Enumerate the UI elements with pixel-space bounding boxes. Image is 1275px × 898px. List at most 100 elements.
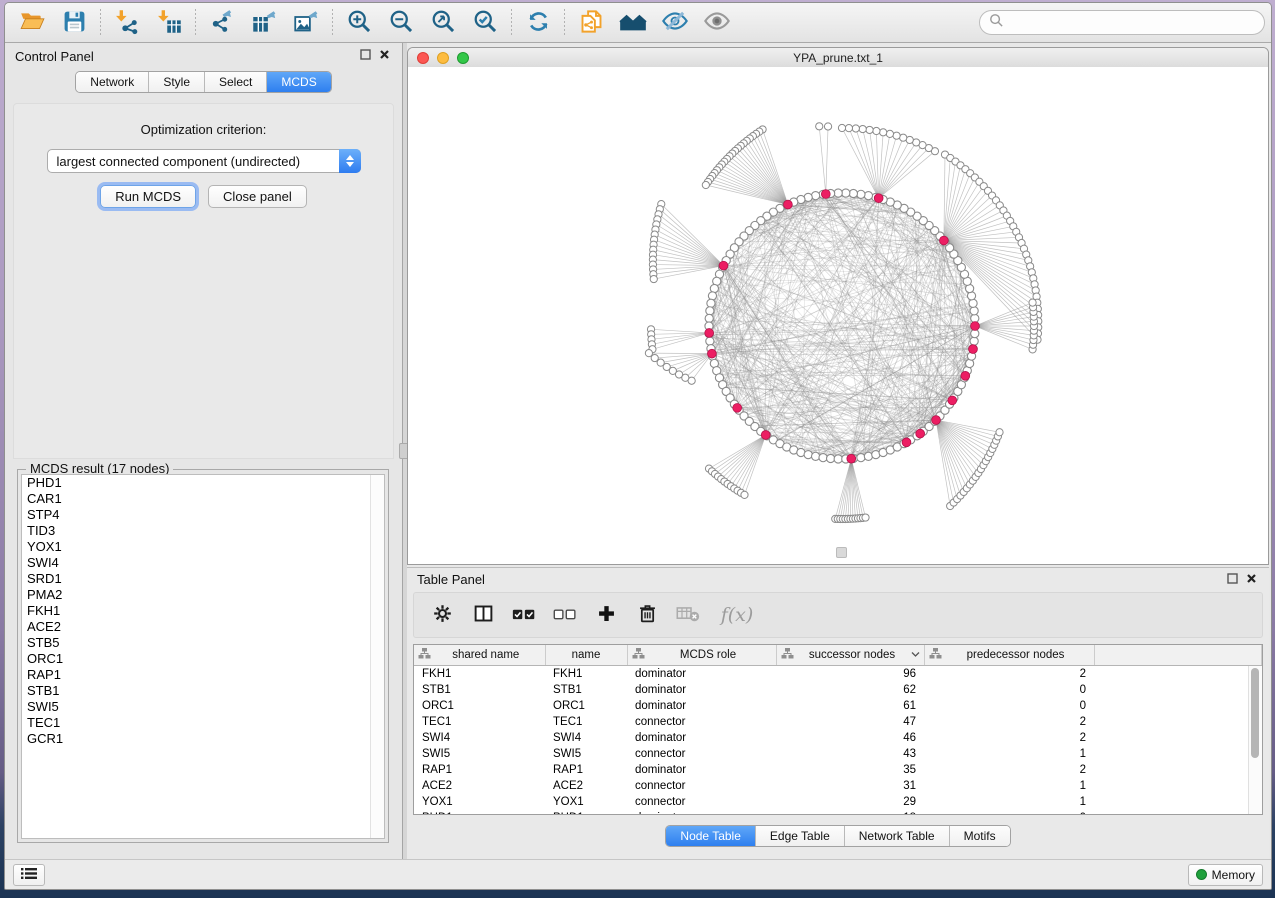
tab-motifs[interactable]: Motifs [950, 826, 1010, 846]
result-list-scrollbar[interactable] [370, 475, 384, 838]
canvas-splitter-handle[interactable] [836, 547, 847, 558]
fx-icon: f(x) [721, 604, 754, 626]
mcds-result-item[interactable]: RAP1 [22, 667, 384, 683]
import-table-icon [156, 8, 183, 38]
network-canvas[interactable] [408, 67, 1268, 564]
mcds-result-item[interactable]: SRD1 [22, 571, 384, 587]
network-view-window: YPA_prune.txt_1 [407, 47, 1269, 565]
deselect-all-button[interactable] [549, 597, 581, 633]
float-panel-button[interactable] [360, 47, 371, 65]
table-row[interactable]: FKH1 FKH1 dominator 96 2 [414, 666, 1262, 683]
show-all-button[interactable] [696, 6, 738, 40]
mcds-result-item[interactable]: GCR1 [22, 731, 384, 747]
table-settings-button[interactable] [426, 597, 458, 633]
close-panel-icon[interactable] [1246, 571, 1257, 589]
task-history-button[interactable] [13, 864, 45, 886]
function-builder-button[interactable]: f(x) [713, 597, 761, 633]
tab-network[interactable]: Network [76, 72, 149, 92]
mcds-result-item[interactable]: STB1 [22, 683, 384, 699]
mcds-result-item[interactable]: CAR1 [22, 491, 384, 507]
import-table-button[interactable] [148, 6, 190, 40]
mcds-result-item[interactable]: TEC1 [22, 715, 384, 731]
table-row[interactable]: YOX1 YOX1 connector 29 1 [414, 794, 1262, 810]
list-icon [21, 867, 37, 883]
tab-edge-table[interactable]: Edge Table [756, 826, 845, 846]
close-panel-icon[interactable] [379, 47, 390, 65]
run-mcds-button[interactable]: Run MCDS [100, 185, 196, 208]
tab-select[interactable]: Select [205, 72, 267, 92]
mcds-result-item[interactable]: PMA2 [22, 587, 384, 603]
gear-icon [432, 603, 453, 627]
mcds-result-item[interactable]: FKH1 [22, 603, 384, 619]
open-file-button[interactable] [11, 6, 53, 40]
refresh-view-button[interactable] [517, 6, 559, 40]
table-row[interactable]: TEC1 TEC1 connector 47 2 [414, 714, 1262, 730]
delete-table-button[interactable] [672, 597, 704, 633]
control-panel-titlebar: Control Panel [5, 43, 402, 69]
mcds-result-item[interactable]: PHD1 [22, 475, 384, 491]
table-panel-titlebar: Table Panel [407, 568, 1269, 591]
delete-row-button[interactable] [631, 597, 663, 633]
table-tabs: Node Table Edge Table Network Table Moti… [407, 825, 1269, 847]
table-row[interactable]: ORC1 ORC1 dominator 61 0 [414, 698, 1262, 714]
toolbar-separator [564, 9, 565, 37]
open-folder-icon [19, 8, 45, 37]
column-header-name[interactable]: name [545, 645, 627, 666]
mcds-result-item[interactable]: TID3 [22, 523, 384, 539]
show-columns-button[interactable] [467, 597, 499, 633]
zoom-selected-button[interactable] [464, 6, 506, 40]
zoom-fit-button[interactable] [422, 6, 464, 40]
export-network-button[interactable] [201, 6, 243, 40]
mcds-result-item[interactable]: ACE2 [22, 619, 384, 635]
save-session-button[interactable] [53, 6, 95, 40]
table-scrollbar-thumb[interactable] [1251, 668, 1259, 758]
export-image-icon [293, 8, 320, 38]
mcds-result-item[interactable]: STP4 [22, 507, 384, 523]
mcds-result-item[interactable]: SWI5 [22, 699, 384, 715]
table-scrollbar[interactable] [1248, 666, 1262, 814]
control-panel-title: Control Panel [15, 49, 94, 64]
float-panel-button[interactable] [1227, 571, 1238, 589]
table-row[interactable]: ACE2 ACE2 connector 31 1 [414, 778, 1262, 794]
search-input[interactable] [1010, 15, 1255, 31]
memory-label: Memory [1212, 868, 1255, 882]
column-header-predecessor-nodes[interactable]: predecessor nodes [924, 645, 1094, 666]
column-header-mcds-role[interactable]: MCDS role [627, 645, 776, 666]
table-row[interactable]: PHD1 PHD1 dominator 18 0 [414, 810, 1262, 815]
save-icon [62, 9, 87, 37]
mcds-result-item[interactable]: SWI4 [22, 555, 384, 571]
first-neighbors-button[interactable] [612, 6, 654, 40]
zoom-out-button[interactable] [380, 6, 422, 40]
memory-button[interactable]: Memory [1188, 864, 1263, 886]
import-network-button[interactable] [106, 6, 148, 40]
column-header-filler [1094, 645, 1262, 666]
toolbar-separator [511, 9, 512, 37]
toolbar-separator [332, 9, 333, 37]
mcds-result-item[interactable]: STB5 [22, 635, 384, 651]
table-row[interactable]: STB1 STB1 dominator 62 0 [414, 682, 1262, 698]
mcds-result-list: PHD1CAR1STP4TID3YOX1SWI4SRD1PMA2FKH1ACE2… [21, 474, 385, 839]
network-graph [408, 67, 1269, 565]
column-header-successor-nodes[interactable]: successor nodes [776, 645, 924, 666]
zoom-in-button[interactable] [338, 6, 380, 40]
export-table-button[interactable] [243, 6, 285, 40]
hide-selected-button[interactable] [654, 6, 696, 40]
table-row[interactable]: SWI5 SWI5 connector 43 1 [414, 746, 1262, 762]
export-image-button[interactable] [285, 6, 327, 40]
tab-mcds[interactable]: MCDS [267, 72, 330, 92]
add-row-button[interactable] [590, 597, 622, 633]
close-panel-button[interactable]: Close panel [208, 185, 307, 208]
mcds-result-item[interactable]: ORC1 [22, 651, 384, 667]
tab-node-table[interactable]: Node Table [666, 826, 756, 846]
mcds-result-item[interactable]: YOX1 [22, 539, 384, 555]
table-row[interactable]: SWI4 SWI4 dominator 46 2 [414, 730, 1262, 746]
first-neighbors-icon [619, 7, 647, 38]
table-row[interactable]: RAP1 RAP1 dominator 35 2 [414, 762, 1262, 778]
tab-style[interactable]: Style [149, 72, 205, 92]
select-all-button[interactable] [508, 597, 540, 633]
optimization-dropdown[interactable]: largest connected component (undirected) [47, 149, 361, 173]
tab-network-table[interactable]: Network Table [845, 826, 950, 846]
desktop-wallpaper: Control Panel Network Style Select MCDS … [0, 0, 1275, 898]
column-header-shared-name[interactable]: shared name [414, 645, 545, 666]
copy-network-button[interactable] [570, 6, 612, 40]
